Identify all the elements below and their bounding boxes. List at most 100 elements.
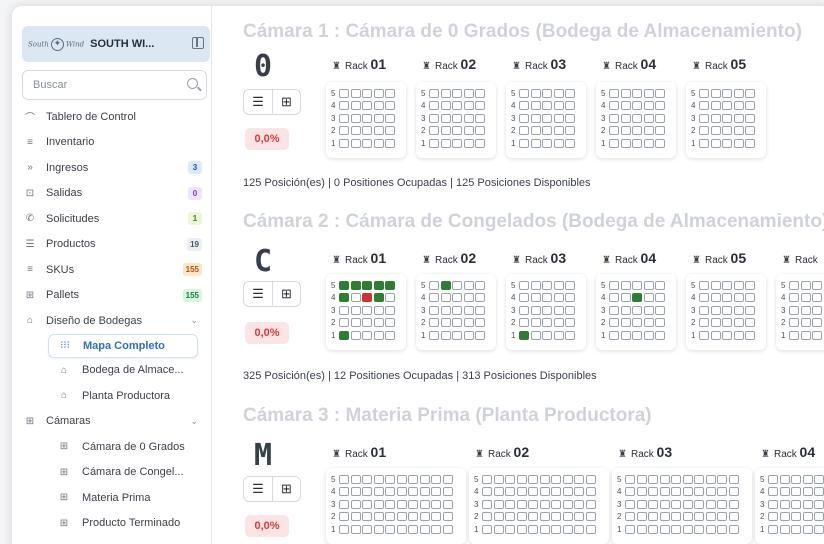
empty-slot[interactable] <box>745 113 755 123</box>
rack-header[interactable]: ♜ Rack 02 <box>422 250 476 266</box>
sidebar-item-cámara-de-congel[interactable]: ⊞ Cámara de Congel... <box>12 460 212 486</box>
empty-slot[interactable] <box>722 330 732 340</box>
empty-slot[interactable] <box>722 101 732 111</box>
empty-slot[interactable] <box>733 305 744 315</box>
empty-slot[interactable] <box>705 512 716 522</box>
empty-slot[interactable] <box>722 113 732 123</box>
empty-slot[interactable] <box>699 330 709 340</box>
empty-slot[interactable] <box>516 474 527 484</box>
empty-slot[interactable] <box>659 524 670 534</box>
empty-slot[interactable] <box>585 524 596 534</box>
empty-slot[interactable] <box>710 138 721 148</box>
empty-slot[interactable] <box>463 330 474 340</box>
empty-slot[interactable] <box>373 318 384 328</box>
empty-slot[interactable] <box>609 330 619 340</box>
empty-slot[interactable] <box>632 138 642 148</box>
empty-slot[interactable] <box>429 138 439 148</box>
empty-slot[interactable] <box>373 88 384 98</box>
empty-slot[interactable] <box>542 113 552 123</box>
empty-slot[interactable] <box>699 318 709 328</box>
empty-slot[interactable] <box>463 126 474 136</box>
empty-slot[interactable] <box>362 138 372 148</box>
empty-slot[interactable] <box>648 524 658 534</box>
empty-slot[interactable] <box>505 499 515 509</box>
empty-slot[interactable] <box>791 512 801 522</box>
empty-slot[interactable] <box>519 113 529 123</box>
empty-slot[interactable] <box>802 499 813 509</box>
empty-slot[interactable] <box>339 88 349 98</box>
empty-slot[interactable] <box>475 280 485 290</box>
empty-slot[interactable] <box>530 305 541 315</box>
empty-slot[interactable] <box>429 88 439 98</box>
empty-slot[interactable] <box>565 88 575 98</box>
empty-slot[interactable] <box>419 499 430 509</box>
rack-header[interactable]: ♜ Rack 04 <box>602 250 656 266</box>
empty-slot[interactable] <box>699 101 709 111</box>
empty-slot[interactable] <box>362 126 372 136</box>
empty-slot[interactable] <box>585 512 596 522</box>
empty-slot[interactable] <box>655 138 665 148</box>
empty-slot[interactable] <box>339 305 349 315</box>
sidebar-toggle-icon[interactable] <box>192 37 204 49</box>
empty-slot[interactable] <box>350 88 361 98</box>
empty-slot[interactable] <box>516 524 527 534</box>
occupied-slot[interactable] <box>373 280 384 290</box>
empty-slot[interactable] <box>655 293 665 303</box>
empty-slot[interactable] <box>699 126 709 136</box>
empty-slot[interactable] <box>710 293 721 303</box>
empty-slot[interactable] <box>800 330 811 340</box>
empty-slot[interactable] <box>373 126 384 136</box>
empty-slot[interactable] <box>452 305 462 315</box>
empty-slot[interactable] <box>385 113 395 123</box>
empty-slot[interactable] <box>609 318 619 328</box>
empty-slot[interactable] <box>717 474 727 484</box>
empty-slot[interactable] <box>493 487 504 497</box>
empty-slot[interactable] <box>789 280 799 290</box>
empty-slot[interactable] <box>542 293 552 303</box>
sidebar-item-pallets[interactable]: ⊞ Pallets 155 <box>12 283 212 309</box>
search-input[interactable]: Buscar <box>22 70 207 100</box>
empty-slot[interactable] <box>643 305 654 315</box>
empty-slot[interactable] <box>339 138 349 148</box>
empty-slot[interactable] <box>396 487 407 497</box>
occupied-slot[interactable] <box>632 293 642 303</box>
empty-slot[interactable] <box>562 474 573 484</box>
empty-slot[interactable] <box>636 499 647 509</box>
empty-slot[interactable] <box>705 474 716 484</box>
empty-slot[interactable] <box>350 305 361 315</box>
empty-slot[interactable] <box>350 138 361 148</box>
brand-header[interactable]: South ✦ Wind SOUTH WI... <box>22 26 210 62</box>
empty-slot[interactable] <box>519 126 529 136</box>
empty-slot[interactable] <box>373 474 384 484</box>
empty-slot[interactable] <box>339 126 349 136</box>
empty-slot[interactable] <box>768 487 778 497</box>
empty-slot[interactable] <box>530 101 541 111</box>
empty-slot[interactable] <box>722 138 732 148</box>
sidebar-item-skus[interactable]: ≡ SKUs 155 <box>12 257 212 283</box>
empty-slot[interactable] <box>768 499 778 509</box>
empty-slot[interactable] <box>655 88 665 98</box>
empty-slot[interactable] <box>705 487 716 497</box>
empty-slot[interactable] <box>620 330 631 340</box>
empty-slot[interactable] <box>516 499 527 509</box>
empty-slot[interactable] <box>431 499 441 509</box>
sidebar-item-inventario[interactable]: ≡ Inventario <box>12 130 212 156</box>
empty-slot[interactable] <box>699 280 709 290</box>
empty-slot[interactable] <box>620 126 631 136</box>
empty-slot[interactable] <box>728 512 739 522</box>
empty-slot[interactable] <box>671 474 681 484</box>
empty-slot[interactable] <box>789 318 799 328</box>
empty-slot[interactable] <box>699 138 709 148</box>
empty-slot[interactable] <box>565 305 575 315</box>
empty-slot[interactable] <box>800 280 811 290</box>
sidebar-item-bodega-de-almace[interactable]: ⌂ Bodega de Almace... <box>12 358 212 384</box>
empty-slot[interactable] <box>373 524 384 534</box>
empty-slot[interactable] <box>655 113 665 123</box>
empty-slot[interactable] <box>528 474 538 484</box>
empty-slot[interactable] <box>585 487 596 497</box>
empty-slot[interactable] <box>396 499 407 509</box>
empty-slot[interactable] <box>733 280 744 290</box>
empty-slot[interactable] <box>636 512 647 522</box>
empty-slot[interactable] <box>812 280 822 290</box>
empty-slot[interactable] <box>429 280 439 290</box>
